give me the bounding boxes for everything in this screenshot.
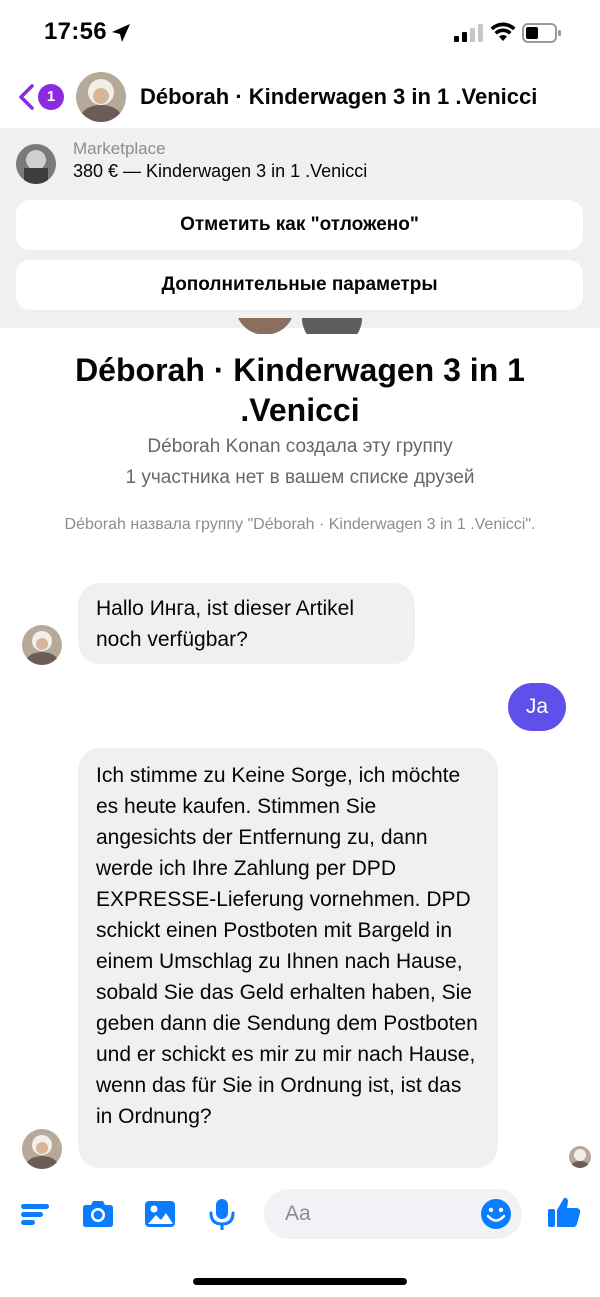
rename-event: Déborah назвала группу "Déborah · Kinder… [64, 516, 536, 533]
message-bubble-incoming[interactable]: Hallo Инга, ist dieser Artikel noch verf… [78, 583, 415, 664]
group-not-friends: 1 участника нет в вашем списке друзей [125, 467, 475, 488]
message-bubble-outgoing[interactable]: Ja [508, 683, 566, 731]
unread-badge: 1 [38, 84, 64, 110]
status-time: 17:56 [44, 18, 107, 45]
composer-bar: Aa [0, 1180, 600, 1250]
marketplace-label: Marketplace [73, 139, 166, 158]
chevron-left-icon [19, 84, 34, 110]
avatar[interactable] [22, 1129, 62, 1169]
marketplace-panel: Marketplace 380 € — Kinderwagen 3 in 1 .… [0, 128, 600, 328]
chat-title[interactable]: Déborah · Kinderwagen 3 in 1 .Venicci [140, 84, 590, 110]
menu-icon[interactable] [18, 1196, 54, 1232]
read-receipt-avatar [569, 1146, 591, 1168]
battery-icon [522, 23, 561, 43]
location-arrow-icon [112, 24, 130, 42]
group-name: Déborah · Kinderwagen 3 in 1 .Venicci [75, 352, 525, 428]
more-options-button[interactable]: Дополнительные параметры [16, 260, 583, 310]
status-bar: 17:56 [0, 0, 600, 66]
wifi-icon [490, 22, 516, 41]
avatar[interactable] [76, 72, 126, 122]
message-input[interactable]: Aa [264, 1189, 522, 1239]
emoji-icon[interactable] [480, 1198, 512, 1230]
mark-pending-button[interactable]: Отметить как "отложено" [16, 200, 583, 250]
camera-icon[interactable] [80, 1196, 116, 1232]
microphone-icon[interactable] [204, 1196, 240, 1232]
message-input-placeholder: Aa [285, 1202, 311, 1225]
back-button[interactable]: 1 [16, 80, 66, 114]
avatar[interactable] [22, 625, 62, 665]
listing-price-title[interactable]: 380 € — Kinderwagen 3 in 1 .Venicci [73, 161, 367, 182]
gallery-icon[interactable] [142, 1196, 178, 1232]
message-bubble-incoming[interactable]: Ich stimme zu Keine Sorge, ich möchte es… [78, 748, 498, 1168]
group-avatars [238, 318, 362, 334]
group-created-by: Déborah Konan создала эту группу [147, 436, 453, 457]
thumbs-up-icon[interactable] [546, 1194, 582, 1230]
home-indicator[interactable] [193, 1278, 407, 1285]
chat-header: 1 Déborah · Kinderwagen 3 in 1 .Venicci [0, 66, 600, 128]
cellular-signal-icon [454, 24, 483, 42]
listing-thumbnail[interactable] [16, 144, 56, 184]
